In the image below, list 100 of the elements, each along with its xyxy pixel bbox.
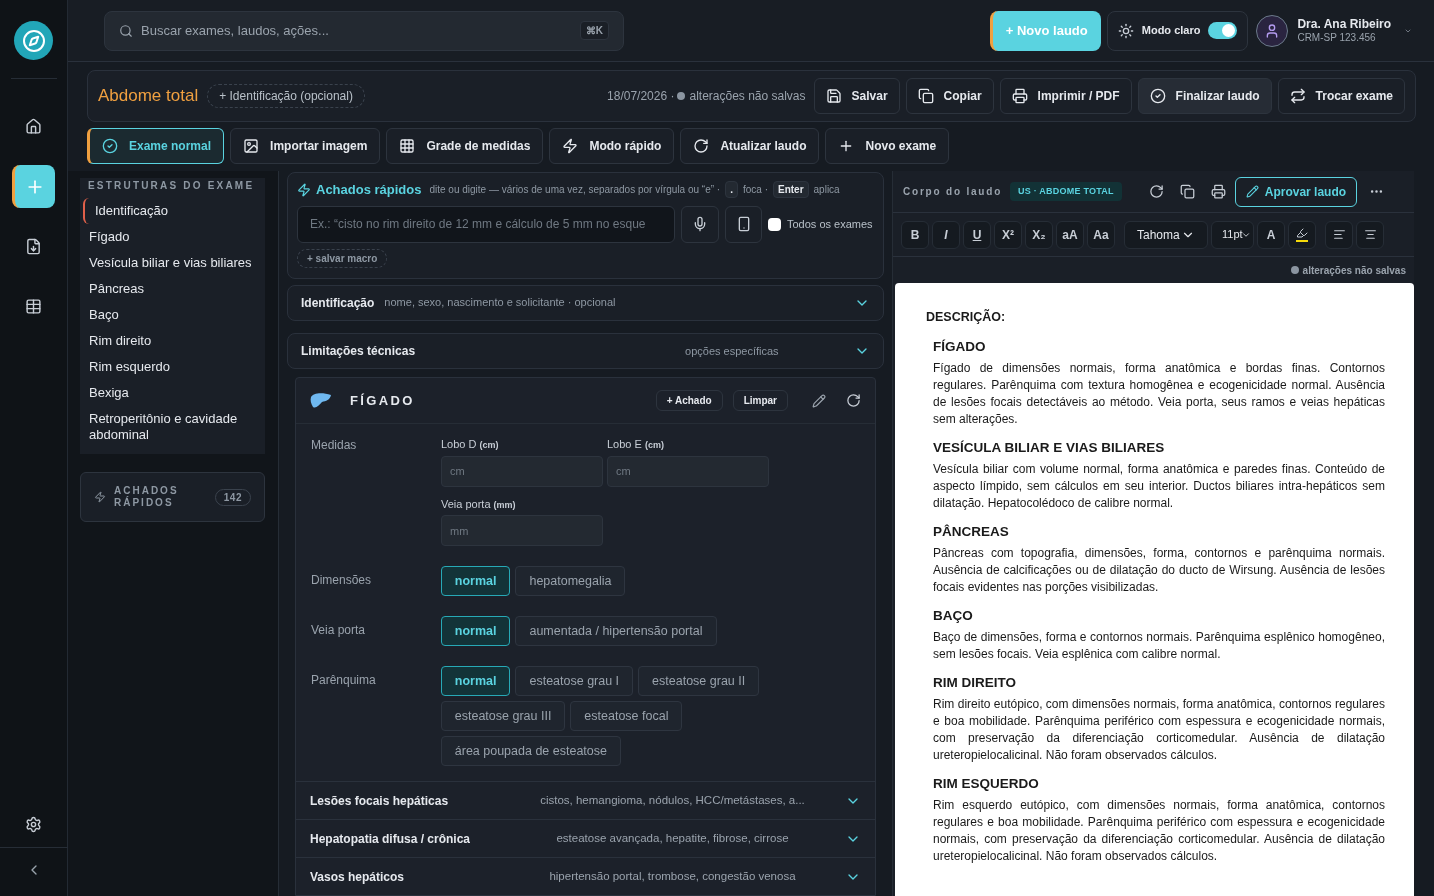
subsection-title: Lesões focais hepáticas (310, 792, 450, 810)
pencil-icon (1245, 185, 1259, 198)
structure-item[interactable]: Rim direito (80, 328, 265, 354)
header-button[interactable]: Finalizar laudo (1137, 78, 1272, 114)
structure-item[interactable]: Bexiga (80, 380, 265, 406)
align-center-icon (1363, 228, 1377, 241)
structure-item[interactable]: Retroperitônio e cavidade abdominal (80, 406, 265, 448)
row-label: Veia porta (311, 622, 367, 639)
edit-icon[interactable] (812, 393, 826, 408)
header-button[interactable]: Trocar exame (1277, 78, 1405, 114)
action-button[interactable]: Modo rápido (549, 128, 675, 164)
structure-item[interactable]: Fígado (80, 224, 265, 250)
section-header[interactable]: Identificação nome, sexo, nascimento e solicitante · opcional (287, 284, 884, 321)
quick-findings-card[interactable]: ACHADOS RÁPIDOS 142 (80, 472, 265, 522)
structure-item[interactable]: Pâncreas (80, 276, 265, 302)
subsection-header[interactable]: Vasos hepáticos hipertensão portal, trombose, congestão venosa (296, 857, 875, 895)
printer-icon[interactable] (1210, 184, 1226, 199)
text-color-button[interactable]: A (1257, 220, 1285, 249)
measure-input[interactable]: cm (607, 455, 769, 487)
option-chip[interactable]: aumentada / hipertensão portal (515, 616, 717, 646)
option-chip[interactable]: esteatose grau II (638, 666, 760, 696)
header-button[interactable]: Imprimir / PDF (999, 78, 1132, 114)
structure-item[interactable]: Baço (80, 302, 265, 328)
sun-icon (1117, 22, 1134, 39)
action-button[interactable]: Grade de medidas (386, 128, 544, 164)
header-button[interactable]: Salvar (813, 78, 900, 114)
option-chip[interactable]: normal (440, 616, 511, 646)
theme-switch[interactable] (1208, 22, 1238, 39)
option-chip[interactable]: normal (440, 666, 511, 696)
search-input[interactable]: Buscar exames, laudos, ações... (141, 20, 572, 41)
size-select[interactable]: 11pt (1211, 220, 1254, 249)
subsection-header[interactable]: Lesões focais hepáticas cistos, hemangioma, nódulos, HCC/metástases, a... (296, 781, 875, 819)
settings-icon[interactable] (25, 816, 42, 833)
section-paragraph: Rim direito eutópico, com dimensões normais, forma anatômica, contornos regulares e boa mobilidade. Parênquima periférico com espessura e ecogenicidade normais, com preservação da diferenciação corticomedular. Ausência de dilatação ureteropielocalicinal. Não foram observados cálculos. (933, 695, 1385, 764)
measure-input[interactable]: cm (441, 455, 603, 487)
structure-item[interactable]: Identificação (83, 198, 265, 224)
option-chip[interactable]: esteatose focal (570, 701, 683, 731)
refresh-icon[interactable] (1148, 184, 1164, 199)
section-paragraph: Rim esquerdo eutópico, com dimensões normais, forma anatômica, contornos regulares e boa mobilidade. Parênquima periférico com espessura e ecogenicidade normais, com preservação da diferenciação corticomedular. Ausência de dilatação ureteropielocalicinal. Não foram observados cálculos. (933, 796, 1385, 865)
microphone-icon (692, 216, 708, 232)
format-button[interactable]: Aa (1087, 220, 1115, 249)
section-heading: RIM DIREITO (933, 673, 1017, 691)
phone-button[interactable] (725, 205, 762, 243)
organ-title: FÍGADO (350, 391, 415, 410)
lightning-icon (562, 138, 579, 154)
align-left-button[interactable] (1325, 220, 1353, 249)
action-button[interactable]: Novo exame (825, 128, 950, 164)
search-field[interactable]: Buscar exames, laudos, ações... ⌘K (104, 10, 624, 51)
format-button[interactable]: X₂ (1025, 220, 1053, 249)
action-button[interactable]: Importar imagem (230, 128, 381, 164)
option-chip[interactable]: normal (440, 566, 511, 596)
format-button[interactable]: B (901, 220, 929, 249)
option-chip[interactable]: esteatose grau III (440, 701, 566, 731)
home-icon (25, 118, 42, 135)
all-exams-checkbox[interactable] (768, 217, 781, 231)
section-header[interactable]: Limitações técnicas opções específicas (287, 332, 884, 369)
option-chip[interactable]: área poupada de esteatose (440, 736, 621, 766)
font-select[interactable]: Tahoma (1124, 220, 1208, 249)
panel-hint: aplica (813, 183, 840, 198)
avatar-icon[interactable] (1256, 14, 1289, 47)
format-button[interactable]: X² (994, 220, 1022, 249)
microphone-button[interactable] (681, 205, 719, 243)
panel-title: Achados rápidos (316, 181, 422, 199)
add-finding-button[interactable]: + Achado (655, 390, 723, 411)
align-center-button[interactable] (1356, 220, 1384, 249)
findings-input[interactable]: Ex.: “cisto no rim direito de 12 mm e cálculo de 5 mm no esque (297, 205, 675, 243)
subsection-header[interactable]: Hepatopatia difusa / crônica esteatose avançada, hepatite, fibrose, cirrose (296, 819, 875, 857)
header-button[interactable]: Copiar (905, 78, 994, 114)
copy-icon[interactable] (1179, 184, 1195, 199)
editor-title: Corpo do laudo (903, 185, 1003, 199)
structure-item[interactable]: Rim esquerdo (80, 354, 265, 380)
highlight-button[interactable] (1288, 220, 1316, 249)
subsection-title: Hepatopatia difusa / crônica (310, 830, 472, 848)
action-button[interactable]: Atualizar laudo (680, 128, 820, 164)
quick-findings-label: ACHADOS RÁPIDOS (114, 485, 180, 509)
subsection-hint: cistos, hemangioma, nódulos, HCC/metástases, a... (539, 792, 806, 808)
refresh-icon[interactable] (846, 393, 861, 408)
measure-label: Veia porta (mm) (441, 496, 517, 512)
save-status: alterações não salvas (689, 88, 806, 105)
highlighter-icon (1296, 227, 1308, 239)
panel-hint: dite ou digite — vários de uma vez, separados por vírgula ou “e” · (429, 183, 721, 198)
format-button[interactable]: aA (1056, 220, 1084, 249)
approve-button[interactable]: Aprovar laudo (1234, 176, 1358, 207)
toggle-label: Modo claro (1141, 23, 1201, 39)
image-icon (243, 138, 260, 154)
exam-date: 18/07/2026 · (607, 88, 675, 105)
format-button[interactable]: I (932, 220, 960, 249)
copy-icon (917, 88, 934, 104)
option-chip[interactable]: esteatose grau I (515, 666, 634, 696)
key-badge: . (725, 181, 738, 199)
nav-button[interactable] (12, 165, 55, 208)
checkbox-label: Todos os exames (787, 216, 873, 232)
action-button[interactable]: Exame normal (87, 128, 225, 164)
structure-item[interactable]: Vesícula biliar e vias biliares (80, 250, 265, 276)
measure-input[interactable]: mm (441, 515, 603, 546)
clear-button[interactable]: Limpar (732, 390, 788, 411)
printer-icon (1011, 88, 1028, 104)
format-button[interactable]: U (963, 220, 991, 249)
section-hint: nome, sexo, nascimento e solicitante · opcional (384, 295, 616, 311)
option-chip[interactable]: hepatomegalia (515, 566, 626, 596)
